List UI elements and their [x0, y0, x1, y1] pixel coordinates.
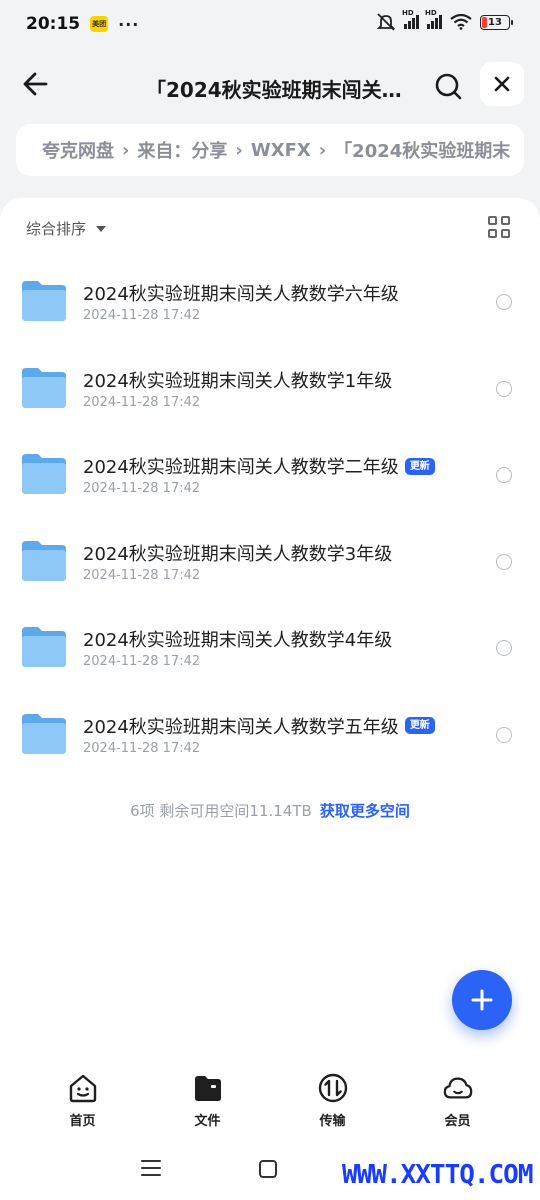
file-name: 2024秋实验班期末闯关人教数学六年级 — [83, 284, 399, 305]
signal-icon-2: HD — [425, 9, 442, 29]
arrow-left-icon — [23, 72, 48, 96]
status-time: 20:15 — [26, 14, 81, 34]
close-button[interactable] — [480, 62, 524, 106]
back-button[interactable] — [18, 68, 54, 100]
sort-label: 综合排序 — [26, 220, 87, 238]
signal-icon-1: HD — [402, 9, 419, 29]
file-date: 2024-11-28 17:42 — [83, 654, 201, 669]
file-date: 2024-11-28 17:42 — [83, 394, 201, 410]
caret-down-icon — [96, 225, 107, 232]
home-button[interactable] — [259, 1160, 277, 1178]
file-name: 2024秋实验班期末闯关人教数学1年级 — [83, 370, 393, 392]
nav-label: 首页 — [69, 1114, 96, 1129]
folder-icon — [22, 540, 66, 581]
file-list-card: 综合排序 2024秋实验班期末闯关人教数学六年级 2024-11-28 17:4… — [0, 198, 540, 1200]
select-checkbox[interactable] — [496, 726, 512, 743]
get-more-space-link[interactable]: 获取更多空间 — [320, 802, 410, 820]
select-checkbox[interactable] — [496, 380, 512, 397]
file-name: 2024秋实验班期末闯关人教数学五年级 更新 — [83, 713, 435, 739]
bottom-nav: 首页 文件 传输 会员 — [0, 1072, 540, 1136]
file-name: 2024秋实验班期末闯关人教数学二年级 更新 — [83, 453, 435, 479]
breadcrumb-item-current[interactable]: 「2024秋实验班期末 — [334, 137, 510, 163]
mute-icon — [376, 13, 396, 31]
list-item[interactable]: 2024秋实验班期末闯关人教数学六年级 2024-11-28 17:42 — [0, 260, 540, 347]
item-count-text: 6项 剩余可用空间11.14TB — [130, 802, 312, 820]
status-icons: HD HD 13 — [376, 9, 513, 31]
more-notifications-icon: ··· — [118, 14, 140, 34]
file-list: 2024秋实验班期末闯关人教数学六年级 2024-11-28 17:42 202… — [0, 260, 540, 779]
breadcrumb: 夸克网盘 › 来自：分享 › WXFX › 「2024秋实验班期末 — [16, 124, 524, 176]
file-date: 2024-11-28 17:42 — [83, 567, 201, 583]
sort-dropdown[interactable]: 综合排序 — [26, 218, 107, 239]
update-badge: 更新 — [404, 717, 435, 734]
nav-item-member[interactable]: 会员 — [395, 1072, 520, 1129]
list-item[interactable]: 2024秋实验班期末闯关人教数学二年级 更新 2024-11-28 17:42 — [0, 433, 540, 520]
nav-item-transfer[interactable]: 传输 — [270, 1072, 395, 1129]
folder-filled-icon — [192, 1072, 224, 1104]
file-date: 2024-11-28 17:42 — [83, 740, 201, 756]
chevron-right-icon: › — [235, 139, 243, 161]
folder-icon — [22, 281, 66, 321]
title-bar: 「2024秋实验班期末闯关… — [0, 58, 540, 110]
file-date: 2024-11-28 17:42 — [83, 308, 201, 323]
watermark: WWW.XXTTQ.COM — [342, 1160, 533, 1190]
breadcrumb-item-root[interactable]: 夸克网盘 — [42, 137, 114, 163]
breadcrumb-item-share[interactable]: 来自：分享 — [137, 137, 227, 163]
list-item[interactable]: 2024秋实验班期末闯关人教数学3年级 2024-11-28 17:42 — [0, 520, 540, 607]
folder-icon — [22, 713, 66, 754]
recent-apps-button[interactable] — [141, 1160, 161, 1176]
home-face-icon — [67, 1072, 99, 1104]
select-checkbox[interactable] — [496, 640, 512, 656]
nav-item-home[interactable]: 首页 — [20, 1072, 145, 1129]
nav-label: 会员 — [444, 1114, 471, 1129]
file-name: 2024秋实验班期末闯关人教数学4年级 — [83, 630, 393, 651]
folder-icon — [22, 367, 66, 408]
close-icon — [494, 76, 510, 92]
breadcrumb-item-wxfx[interactable]: WXFX — [251, 140, 311, 161]
list-item[interactable]: 2024秋实验班期末闯关人教数学五年级 更新 2024-11-28 17:42 — [0, 693, 540, 780]
folder-icon — [22, 454, 66, 494]
select-checkbox[interactable] — [496, 294, 512, 310]
battery-icon: 13 — [480, 14, 513, 30]
list-item[interactable]: 2024秋实验班期末闯关人教数学4年级 2024-11-28 17:42 — [0, 606, 540, 693]
file-date: 2024-11-28 17:42 — [83, 481, 201, 496]
meituan-notification-icon: 美团 — [90, 16, 109, 32]
nav-label: 传输 — [319, 1114, 346, 1129]
search-button[interactable] — [432, 70, 464, 102]
select-checkbox[interactable] — [496, 467, 512, 483]
folder-icon — [22, 627, 66, 667]
file-name: 2024秋实验班期末闯关人教数学3年级 — [83, 543, 393, 565]
select-checkbox[interactable] — [496, 553, 512, 570]
status-bar: 20:15 美团 ··· HD HD 13 — [0, 0, 540, 48]
nav-item-files[interactable]: 文件 — [145, 1072, 270, 1129]
grid-view-icon[interactable] — [488, 216, 510, 238]
nav-label: 文件 — [194, 1114, 221, 1129]
cloud-icon — [442, 1072, 474, 1104]
plus-icon — [471, 989, 493, 1011]
update-badge: 更新 — [404, 457, 435, 475]
chevron-right-icon: › — [318, 139, 327, 161]
add-button[interactable] — [452, 970, 512, 1030]
chevron-right-icon: › — [122, 139, 130, 161]
search-icon — [435, 73, 462, 100]
wifi-icon — [450, 14, 472, 30]
page-title: 「2024秋实验班期末闯关… — [146, 78, 402, 102]
storage-info: 6项 剩余可用空间11.14TB 获取更多空间 — [0, 800, 540, 821]
list-item[interactable]: 2024秋实验班期末闯关人教数学1年级 2024-11-28 17:42 — [0, 347, 540, 434]
transfer-icon — [317, 1072, 349, 1104]
